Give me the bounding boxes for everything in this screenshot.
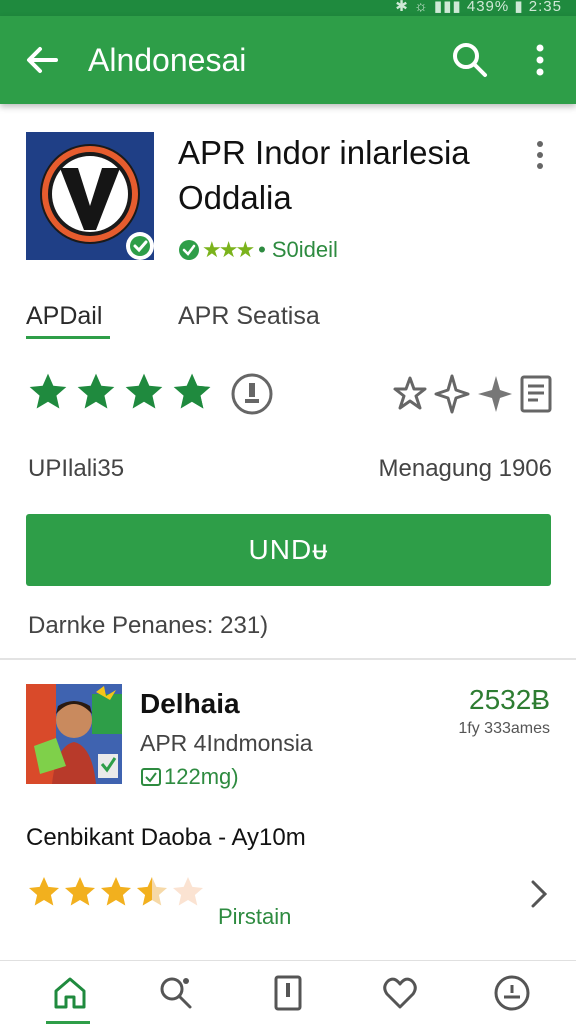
chevron-right-icon[interactable] [524, 874, 554, 914]
card-app-image [26, 684, 122, 784]
card-tag: 122mg) [140, 764, 239, 790]
more-vert-icon[interactable] [522, 40, 558, 80]
divider [0, 658, 576, 660]
sparkle-icon[interactable] [432, 372, 472, 416]
library-icon[interactable] [268, 973, 308, 1013]
star-icon [65, 877, 95, 906]
app-title-line2: Oddalia [178, 179, 292, 216]
star-icon [173, 373, 211, 409]
star-icon [77, 373, 115, 409]
install-button[interactable]: UNDᵾ [26, 514, 551, 586]
status-bar: ✱ ☼ ▮▮▮ 439% ▮ 2:35 [0, 0, 576, 16]
star-outline-icon[interactable] [390, 372, 430, 416]
card-description: Cenbikant Daoba - Ay10m [26, 824, 306, 851]
card-link[interactable]: Pirstain [218, 904, 291, 930]
action-icons [390, 372, 556, 416]
stat-developer: Menagung 1906 [378, 455, 552, 482]
verified-check-icon [179, 240, 199, 260]
star-icon [29, 877, 59, 906]
star-icon [125, 373, 163, 409]
card-subtitle: APR 4Indmonsia [140, 730, 313, 756]
card-price: 2532Ƀ [469, 684, 550, 715]
verified-badge-icon [126, 232, 154, 260]
app-rating-row: ★★★ • S0ideil [178, 236, 338, 264]
star-icon [29, 373, 67, 409]
app-title: APR Indor inlarlesia Oddalia [178, 136, 508, 226]
home-icon[interactable] [50, 973, 90, 1013]
card-tag-text: 122mg) [164, 764, 239, 789]
card-rating-stars [26, 874, 206, 910]
account-icon[interactable] [492, 973, 532, 1013]
bottom-nav [0, 960, 576, 1024]
rating-stars [26, 370, 214, 416]
downloads-text: Darnke Penanes: 231) [28, 612, 269, 639]
status-text: ✱ ☼ ▮▮▮ 439% ▮ 2:35 [395, 0, 562, 15]
document-icon[interactable] [516, 372, 556, 416]
app-icon[interactable] [26, 132, 154, 260]
flash-icon[interactable] [474, 372, 514, 416]
search-icon[interactable] [450, 40, 490, 80]
small-stars: ★★★ [202, 237, 255, 262]
tab-search[interactable]: APR Seatisa [178, 302, 320, 331]
card-title[interactable]: Delhaia [140, 688, 240, 720]
app-bar-title: Alndonesai [88, 42, 247, 78]
card-count: 1fy 333ames [458, 720, 550, 737]
size-tag-icon [141, 768, 161, 786]
info-circle-icon[interactable] [230, 372, 274, 416]
app-title-line1: APR Indor inlarlesia [178, 134, 470, 171]
heart-icon[interactable] [380, 973, 420, 1013]
app-more-icon[interactable] [528, 138, 552, 174]
star-empty-icon [173, 877, 203, 906]
back-arrow-icon[interactable] [22, 40, 62, 80]
tab-details[interactable]: APDail [26, 302, 102, 331]
separator-dot: • [258, 237, 266, 262]
tab-indicator [26, 336, 110, 339]
install-button-label: UNDᵾ [248, 534, 329, 565]
rating-label: S0ideil [271, 237, 338, 262]
star-half-icon [137, 877, 167, 906]
search-nav-icon[interactable] [156, 973, 196, 1013]
card-app-icon[interactable] [26, 684, 122, 784]
star-icon [101, 877, 131, 906]
stat-updated: UPIlali35 [28, 455, 125, 482]
app-bar: Alndonesai [0, 16, 576, 104]
